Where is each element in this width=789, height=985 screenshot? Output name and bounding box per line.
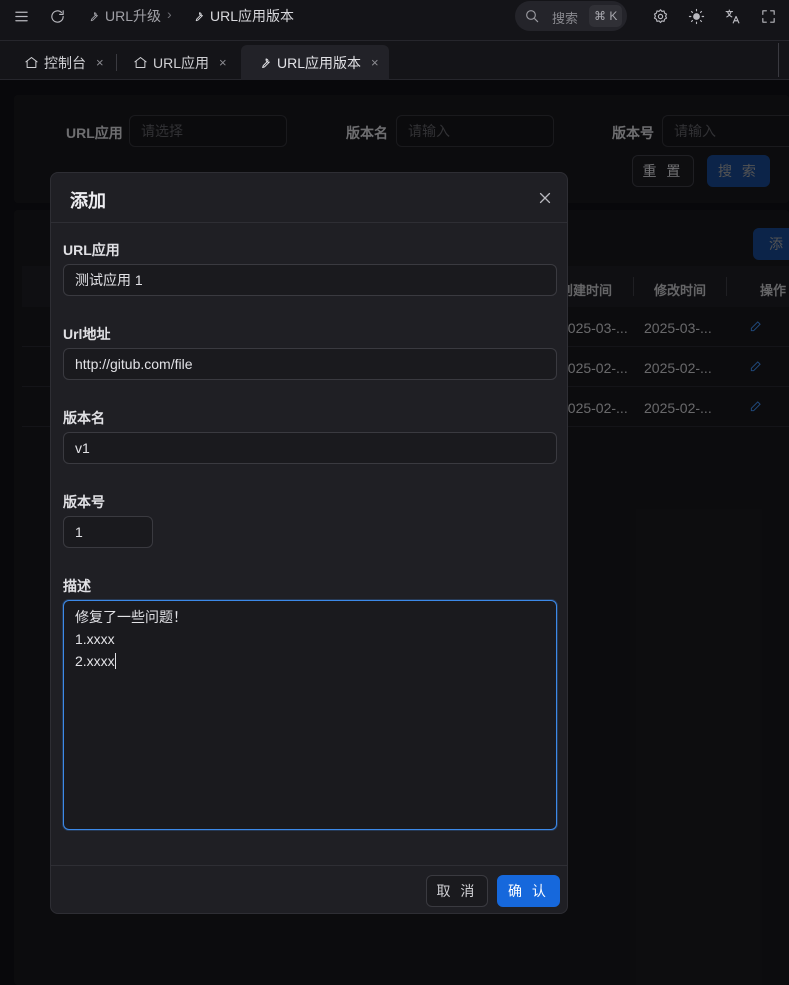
app-select[interactable]: 测试应用 1 [63, 264, 557, 296]
description-line: 1.xxxx [75, 631, 115, 647]
home-icon [134, 57, 147, 68]
cancel-button[interactable]: 取 消 [426, 875, 488, 907]
tab-label: 控制台 [44, 54, 86, 71]
description-line: 2.xxxx [75, 653, 115, 669]
global-search[interactable]: 搜索 ⌘ K [515, 1, 627, 31]
tab-url-app-version[interactable]: URL应用版本 × [241, 45, 389, 80]
breadcrumb-label: URL升级 [105, 8, 162, 24]
home-icon [25, 57, 38, 68]
wrench-icon [195, 12, 203, 22]
tab-divider [778, 43, 779, 77]
chevron-right-icon: › [167, 6, 172, 22]
description-label: 描述 [63, 578, 91, 594]
wrench-icon [90, 12, 98, 22]
search-icon [526, 10, 539, 23]
settings-gear-icon[interactable] [647, 3, 673, 29]
refresh-icon[interactable] [44, 3, 70, 29]
translate-icon[interactable] [719, 3, 745, 29]
close-icon[interactable]: × [96, 55, 104, 70]
theme-sun-icon[interactable] [683, 3, 709, 29]
search-placeholder: 搜索 [552, 11, 579, 26]
version-name-input[interactable]: v1 [63, 432, 557, 464]
version-name-label: 版本名 [63, 410, 105, 426]
url-field-label: Url地址 [63, 326, 111, 342]
description-line: 修复了一些问题！ [75, 609, 187, 625]
description-textarea[interactable]: 修复了一些问题！ 1.xxxx 2.xxxx [63, 600, 557, 830]
text-cursor [114, 653, 116, 669]
search-shortcut: ⌘ K [589, 5, 623, 27]
breadcrumb-label: URL应用版本 [210, 8, 295, 24]
fullscreen-icon[interactable] [755, 3, 781, 29]
tab-label: URL应用 [153, 54, 210, 71]
url-input[interactable]: http://gitub.com/file [63, 348, 557, 380]
version-no-input[interactable]: 1 [63, 516, 153, 548]
breadcrumb-item-2: URL应用版本 [191, 0, 294, 32]
dialog-footer-divider [51, 865, 567, 866]
close-icon[interactable] [536, 189, 554, 207]
tab-url-app[interactable]: URL应用 × [133, 45, 227, 80]
app-field-label: URL应用 [63, 242, 120, 258]
dialog-header: 添加 [51, 173, 567, 223]
tab-label: URL应用版本 [277, 54, 362, 71]
add-dialog: 添加 URL应用 测试应用 1 Url地址 http://gitub.com/f… [50, 172, 568, 914]
menu-icon[interactable] [8, 3, 34, 29]
breadcrumb-item-1[interactable]: URL升级 [86, 0, 161, 32]
confirm-button[interactable]: 确 认 [497, 875, 560, 907]
tab-divider [116, 54, 117, 71]
tab-dashboard[interactable]: 控制台 × [24, 45, 104, 80]
top-header: URL升级 › URL应用版本 搜索 ⌘ K [0, 0, 789, 41]
version-no-label: 版本号 [63, 494, 105, 510]
close-icon[interactable]: × [219, 55, 227, 70]
tab-bar: 控制台 × URL应用 × URL应用版本 × [0, 41, 789, 80]
close-icon[interactable]: × [371, 55, 379, 70]
wrench-icon [262, 58, 270, 68]
dialog-title: 添加 [70, 191, 106, 211]
